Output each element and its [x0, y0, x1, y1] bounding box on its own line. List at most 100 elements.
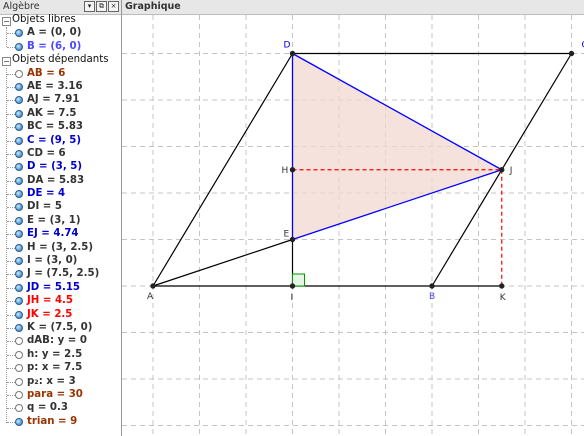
- visibility-toggle-icon[interactable]: [15, 216, 23, 225]
- close-panel-button[interactable]: ×: [108, 1, 119, 12]
- algebra-group-label: Objets libres: [12, 14, 76, 25]
- detach-window-button[interactable]: ⧉: [96, 1, 107, 12]
- visibility-toggle-icon[interactable]: [15, 243, 23, 252]
- visibility-toggle-icon[interactable]: [15, 96, 23, 105]
- algebra-item[interactable]: BC = 5.83: [0, 121, 121, 134]
- point-d[interactable]: [289, 50, 296, 57]
- visibility-toggle-icon[interactable]: [15, 82, 23, 91]
- tree-branch: [7, 368, 15, 370]
- visibility-toggle-icon[interactable]: [15, 69, 23, 78]
- algebra-item[interactable]: AE = 3.16: [0, 81, 121, 94]
- point-i[interactable]: [289, 283, 296, 289]
- visibility-toggle-icon[interactable]: [15, 297, 23, 306]
- algebra-item[interactable]: h: y = 2.5: [0, 349, 121, 362]
- visibility-toggle-icon[interactable]: [15, 364, 23, 373]
- algebra-item-label: p₂: x = 3: [27, 375, 76, 387]
- visibility-toggle-icon[interactable]: [15, 283, 23, 292]
- visibility-toggle-icon[interactable]: [15, 323, 23, 332]
- tree-branch: [7, 301, 15, 303]
- graphics-view[interactable]: ABCDEHIJK: [122, 15, 584, 436]
- algebra-item[interactable]: q = 0.3: [0, 402, 121, 415]
- visibility-toggle-icon[interactable]: [15, 123, 23, 132]
- algebra-item-label: AB = 6: [27, 67, 66, 79]
- graphics-header: Graphique: [122, 0, 584, 15]
- algebra-group-label: Objets dépendants: [12, 54, 109, 66]
- algebra-item[interactable]: DE = 4: [0, 188, 121, 201]
- point-c[interactable]: [568, 50, 575, 57]
- algebra-item[interactable]: K = (7.5, 0): [0, 322, 121, 335]
- visibility-toggle-icon[interactable]: [15, 310, 23, 319]
- algebra-item[interactable]: A = (0, 0): [0, 27, 121, 40]
- visibility-toggle-icon[interactable]: [15, 350, 23, 359]
- visibility-toggle-icon[interactable]: [15, 149, 23, 158]
- algebra-item-label: H = (3, 2.5): [27, 241, 94, 253]
- visibility-toggle-icon[interactable]: [15, 270, 23, 279]
- panel-menu-button[interactable]: ▾: [84, 1, 95, 12]
- segment-da[interactable]: [152, 53, 294, 287]
- point-b[interactable]: [429, 283, 435, 289]
- algebra-item[interactable]: JH = 4.5: [0, 295, 121, 308]
- algebra-item[interactable]: CD = 6: [0, 148, 121, 161]
- algebra-item[interactable]: para = 30: [0, 389, 121, 402]
- algebra-item[interactable]: I = (3, 0): [0, 255, 121, 268]
- triangle-dej-fill[interactable]: [292, 53, 502, 240]
- visibility-toggle-icon[interactable]: [15, 190, 23, 199]
- algebra-item-label: AK = 7.5: [27, 107, 77, 119]
- visibility-toggle-icon[interactable]: [15, 203, 23, 212]
- algebra-item[interactable]: JD = 5.15: [0, 282, 121, 295]
- collapse-toggle-icon[interactable]: −: [2, 17, 11, 26]
- collapse-toggle-icon[interactable]: −: [2, 57, 11, 67]
- algebra-item[interactable]: B = (6, 0): [0, 41, 121, 54]
- visibility-toggle-icon[interactable]: [15, 257, 23, 266]
- visibility-toggle-icon[interactable]: [15, 417, 23, 426]
- algebra-group-0[interactable]: − Objets libres: [0, 14, 121, 27]
- algebra-item[interactable]: H = (3, 2.5): [0, 242, 121, 255]
- algebra-item[interactable]: AB = 6: [0, 68, 121, 81]
- algebra-item-label: AJ = 7.91: [27, 94, 80, 106]
- visibility-toggle-icon[interactable]: [15, 337, 23, 346]
- algebra-item[interactable]: trian = 9: [0, 416, 121, 429]
- visibility-toggle-icon[interactable]: [15, 176, 23, 185]
- algebra-item[interactable]: JK = 2.5: [0, 309, 121, 322]
- algebra-item[interactable]: DI = 5: [0, 201, 121, 214]
- algebra-group-1[interactable]: − Objets dépendants: [0, 54, 121, 67]
- algebra-item[interactable]: AK = 7.5: [0, 108, 121, 121]
- algebra-item-label: DE = 4: [27, 188, 66, 200]
- algebra-item-label: p: x = 7.5: [27, 362, 83, 374]
- algebra-item-label: A = (0, 0): [27, 27, 82, 39]
- tree-branch: [7, 153, 15, 155]
- algebra-item-label: JH = 4.5: [27, 295, 73, 307]
- visibility-toggle-icon[interactable]: [15, 29, 23, 38]
- visibility-toggle-icon[interactable]: [15, 163, 23, 172]
- algebra-item[interactable]: dAB: y = 0: [0, 335, 121, 348]
- algebra-header: Algèbre ▾ ⧉ ×: [0, 0, 121, 15]
- point-j[interactable]: [499, 167, 505, 173]
- algebra-item-label: DA = 5.83: [27, 174, 85, 186]
- point-a[interactable]: [150, 283, 156, 289]
- algebra-item[interactable]: J = (7.5, 2.5): [0, 268, 121, 281]
- graphics-canvas[interactable]: ABCDEHIJK: [122, 15, 584, 436]
- segment-ae[interactable]: [152, 238, 293, 287]
- algebra-item[interactable]: E = (3, 1): [0, 215, 121, 228]
- algebra-item[interactable]: AJ = 7.91: [0, 94, 121, 107]
- visibility-toggle-icon[interactable]: [15, 136, 23, 145]
- algebra-item[interactable]: C = (9, 5): [0, 135, 121, 148]
- visibility-toggle-icon[interactable]: [15, 404, 23, 413]
- algebra-item[interactable]: DA = 5.83: [0, 175, 121, 188]
- tree-branch: [7, 408, 15, 410]
- point-e[interactable]: [289, 236, 296, 243]
- tree-branch: [7, 33, 15, 35]
- visibility-toggle-icon[interactable]: [15, 109, 23, 118]
- point-k[interactable]: [499, 283, 505, 289]
- visibility-toggle-icon[interactable]: [15, 42, 23, 51]
- visibility-toggle-icon[interactable]: [15, 390, 23, 399]
- algebra-item[interactable]: D = (3, 5): [0, 161, 121, 174]
- visibility-toggle-icon[interactable]: [15, 230, 23, 239]
- tree-branch: [7, 287, 15, 289]
- algebra-item[interactable]: p₂: x = 3: [0, 376, 121, 389]
- visibility-toggle-icon[interactable]: [15, 377, 23, 386]
- algebra-tree: − Objets libres A = (0, 0) B = (6, 0) − Objet…: [0, 14, 121, 429]
- algebra-item[interactable]: p: x = 7.5: [0, 362, 121, 375]
- algebra-item[interactable]: EJ = 4.74: [0, 228, 121, 241]
- point-h[interactable]: [289, 167, 296, 173]
